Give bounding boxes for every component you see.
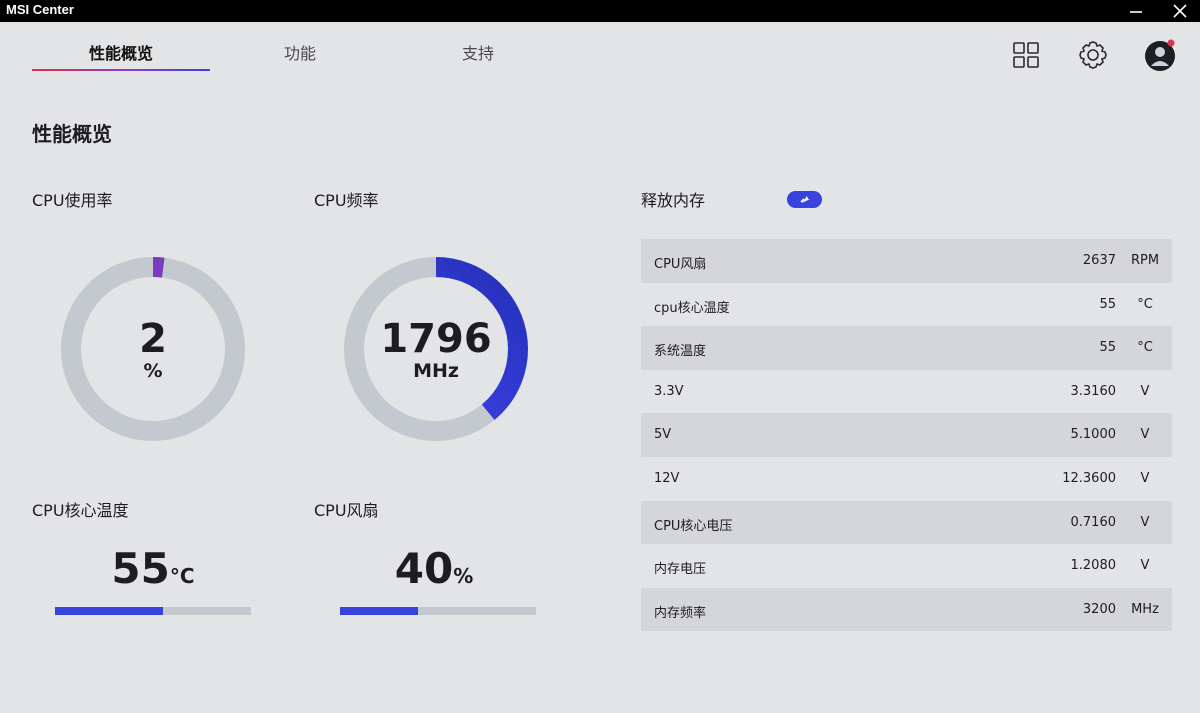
cpu-fan-readout: 40% bbox=[324, 544, 544, 593]
tab-label: 功能 bbox=[283, 44, 316, 63]
sensor-unit: V bbox=[1140, 427, 1150, 443]
sensor-value: 12.3600 bbox=[1062, 470, 1116, 486]
sensor-value: 2637 bbox=[1082, 253, 1116, 268]
gear-icon bbox=[1079, 41, 1107, 69]
sensor-name: 12V bbox=[654, 470, 680, 486]
tab-performance-overview[interactable]: 性能概览 bbox=[32, 40, 210, 72]
sensor-row: 5V 5.1000 V bbox=[641, 413, 1172, 457]
sensor-row: 内存频率 3200 MHz bbox=[641, 587, 1172, 632]
sensor-row: 系统温度 55 °C bbox=[641, 326, 1172, 370]
sensor-value: 3.3160 bbox=[1070, 383, 1117, 399]
cpu-temp-label: CPU核心温度 bbox=[32, 501, 129, 520]
cpu-fan-value: 40 bbox=[394, 544, 454, 593]
sensor-row: 3.3V 3.3160 V bbox=[641, 370, 1172, 414]
cpu-fan-bar bbox=[340, 607, 536, 615]
sensor-name: CPU风扇 bbox=[654, 257, 707, 272]
cpu-temp-unit: °C bbox=[169, 564, 195, 588]
tab-label: 支持 bbox=[461, 44, 494, 63]
cpu-frequency-gauge: 1796 MHz bbox=[341, 254, 531, 444]
cpu-temp-value: 55 bbox=[111, 544, 170, 593]
layout-grid-button[interactable] bbox=[1009, 38, 1043, 72]
tab-label: 性能概览 bbox=[88, 44, 153, 63]
sensor-value: 5.1000 bbox=[1070, 427, 1117, 443]
cpu-temp-bar-fill bbox=[55, 607, 163, 615]
tab-features[interactable]: 功能 bbox=[240, 40, 360, 72]
cpu-fan-bar-fill bbox=[340, 607, 419, 615]
cpu-frequency-label: CPU频率 bbox=[314, 191, 379, 210]
sensor-row: 内存电压 1.2080 V bbox=[641, 544, 1172, 588]
cpu-temp-readout: 55°C bbox=[43, 544, 263, 593]
sensor-row: CPU核心电压 0.7160 V bbox=[641, 500, 1172, 545]
sensor-unit: V bbox=[1140, 383, 1150, 399]
sensor-unit: MHz bbox=[1131, 601, 1159, 617]
cpu-usage-gauge: 2 % bbox=[58, 254, 248, 444]
sensor-name: 5V bbox=[654, 427, 672, 443]
sensor-name: 系统温度 bbox=[654, 344, 707, 360]
minimize-icon bbox=[1130, 11, 1142, 13]
cpu-usage-unit: % bbox=[143, 360, 163, 382]
avatar-icon bbox=[1145, 39, 1175, 71]
sensor-name: CPU核心电压 bbox=[654, 518, 733, 534]
sensor-value: 55 bbox=[1099, 340, 1116, 356]
page-title: 性能概览 bbox=[32, 122, 112, 146]
sensor-name: cpu核心温度 bbox=[654, 300, 730, 316]
release-memory-button[interactable] bbox=[787, 191, 822, 208]
close-icon bbox=[1173, 4, 1187, 18]
sensor-unit: V bbox=[1140, 470, 1150, 486]
cpu-frequency-value: 1796 bbox=[380, 316, 492, 362]
sensor-value: 1.2080 bbox=[1070, 558, 1117, 574]
close-button[interactable] bbox=[1160, 0, 1200, 22]
sensor-unit: V bbox=[1140, 514, 1150, 530]
window-title: MSI Center bbox=[6, 2, 74, 17]
sensor-row: CPU风扇 2637 RPM bbox=[641, 239, 1172, 283]
rocket-icon bbox=[800, 196, 810, 203]
sensor-name: 内存电压 bbox=[654, 562, 707, 578]
sensor-row: 12V 12.3600 V bbox=[641, 457, 1172, 501]
active-tab-indicator bbox=[32, 69, 210, 71]
sensor-unit: °C bbox=[1137, 296, 1153, 312]
title-bar: MSI Center bbox=[0, 0, 1200, 22]
sensor-value: 0.7160 bbox=[1070, 514, 1117, 530]
cpu-usage-value: 2 bbox=[139, 316, 167, 362]
cpu-temp-bar bbox=[55, 607, 251, 615]
cpu-frequency-unit: MHz bbox=[413, 360, 459, 382]
settings-button[interactable] bbox=[1076, 38, 1110, 72]
sensor-unit: °C bbox=[1137, 340, 1153, 356]
tab-support[interactable]: 支持 bbox=[418, 40, 538, 72]
minimize-button[interactable] bbox=[1116, 0, 1156, 22]
cpu-fan-unit: % bbox=[453, 564, 474, 588]
sensor-value: 55 bbox=[1099, 296, 1116, 312]
user-avatar-button[interactable] bbox=[1143, 38, 1177, 72]
grid-icon bbox=[1013, 42, 1039, 68]
sensor-row: cpu核心温度 55 °C bbox=[641, 283, 1172, 327]
sensor-unit: RPM bbox=[1130, 253, 1160, 268]
cpu-fan-label: CPU风扇 bbox=[314, 501, 379, 520]
sensor-name: 3.3V bbox=[654, 383, 684, 399]
sensor-table: CPU风扇 2637 RPM cpu核心温度 55 °C 系统温度 55 °C 3.3V 3.316… bbox=[641, 239, 1172, 632]
notification-dot bbox=[1167, 39, 1175, 47]
cpu-usage-label: CPU使用率 bbox=[32, 191, 113, 210]
sensor-unit: V bbox=[1140, 558, 1150, 574]
release-memory-label: 释放内存 bbox=[641, 191, 706, 210]
sensor-name: 内存频率 bbox=[654, 605, 707, 621]
sensor-value: 3200 bbox=[1082, 601, 1116, 617]
